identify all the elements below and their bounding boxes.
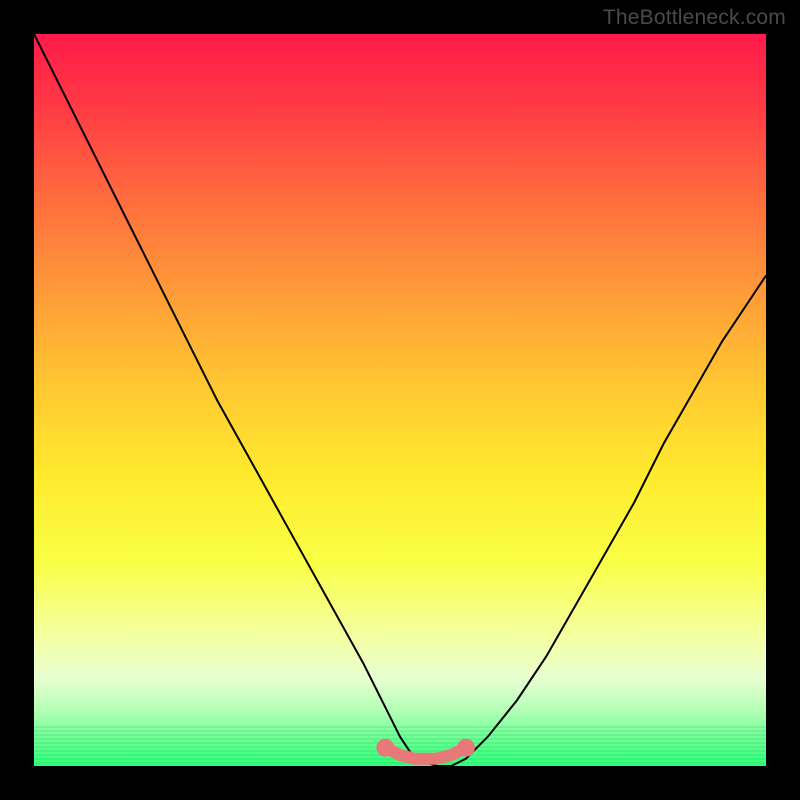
highlight-dot-right xyxy=(457,739,475,757)
curve-layer xyxy=(34,34,766,766)
bottleneck-curve-path xyxy=(34,34,766,766)
highlight-band-path xyxy=(385,748,466,759)
highlight-dot-left xyxy=(376,739,394,757)
watermark-text: TheBottleneck.com xyxy=(603,6,786,30)
plot-area xyxy=(34,34,766,766)
chart-frame: TheBottleneck.com xyxy=(0,0,800,800)
